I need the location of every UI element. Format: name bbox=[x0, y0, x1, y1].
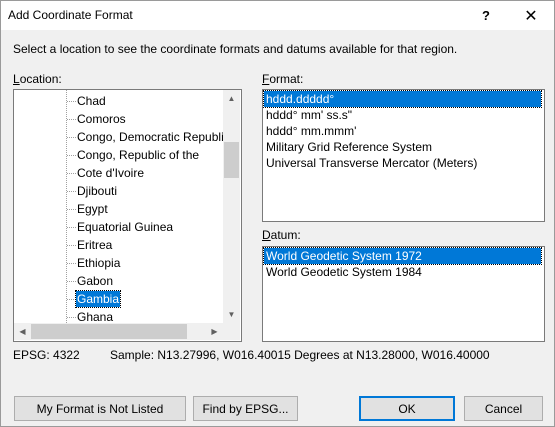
title-bar: Add Coordinate Format ? ✕ bbox=[1, 1, 554, 30]
scroll-right-icon[interactable]: ▶ bbox=[206, 323, 223, 340]
location-item[interactable]: Ghana bbox=[14, 308, 223, 323]
format-label: Format: bbox=[262, 72, 304, 86]
sample-text: Sample: N13.27996, W016.40015 Degrees at… bbox=[110, 348, 490, 362]
tree-connector bbox=[67, 317, 76, 318]
tree-connector bbox=[67, 209, 76, 210]
scroll-up-icon[interactable]: ▲ bbox=[223, 90, 240, 107]
window-title: Add Coordinate Format bbox=[8, 8, 133, 22]
tree-connector bbox=[67, 227, 76, 228]
cancel-button[interactable]: Cancel bbox=[464, 396, 543, 421]
tree-connector bbox=[67, 191, 76, 192]
location-item[interactable]: Comoros bbox=[14, 110, 223, 128]
location-item[interactable]: Chad bbox=[14, 92, 223, 110]
scroll-left-icon[interactable]: ◀ bbox=[14, 323, 31, 340]
datum-label: Datum: bbox=[262, 228, 301, 242]
location-item-label: Chad bbox=[77, 94, 106, 108]
close-button[interactable]: ✕ bbox=[508, 1, 554, 30]
location-item[interactable]: Gabon bbox=[14, 272, 223, 290]
location-item-label: Gabon bbox=[77, 274, 114, 288]
add-coordinate-format-dialog: Add Coordinate Format ? ✕ Select a locat… bbox=[0, 0, 555, 427]
tree-connector bbox=[67, 263, 76, 264]
scroll-corner bbox=[223, 323, 240, 340]
find-by-epsg-button[interactable]: Find by EPSG... bbox=[193, 396, 298, 421]
location-item-label: Comoros bbox=[77, 112, 126, 126]
location-item-label: Eritrea bbox=[77, 238, 113, 252]
vertical-scroll-thumb[interactable] bbox=[224, 142, 239, 178]
vertical-scrollbar[interactable]: ▲ ▼ bbox=[223, 90, 240, 323]
location-item[interactable]: Congo, Republic of the bbox=[14, 146, 223, 164]
location-item[interactable]: Djibouti bbox=[14, 182, 223, 200]
location-item[interactable]: Cote d'Ivoire bbox=[14, 164, 223, 182]
format-item[interactable]: hddd° mm' ss.s" bbox=[264, 107, 541, 123]
location-item-label: Congo, Democratic Republi bbox=[77, 130, 223, 144]
location-item-label: Gambia bbox=[74, 290, 122, 308]
tree-connector bbox=[67, 299, 76, 300]
datum-item[interactable]: World Geodetic System 1984 bbox=[264, 264, 541, 280]
location-item-label: Cote d'Ivoire bbox=[77, 166, 144, 180]
format-item[interactable]: hddd° mm.mmm' bbox=[264, 123, 541, 139]
tree-connector bbox=[67, 137, 76, 138]
my-format-not-listed-button[interactable]: My Format is Not Listed bbox=[14, 396, 186, 421]
tree-connector bbox=[67, 119, 76, 120]
horizontal-scrollbar[interactable]: ◀ ▶ bbox=[14, 323, 223, 340]
tree-connector bbox=[67, 281, 76, 282]
location-item-label: Ghana bbox=[77, 310, 114, 323]
location-item-label: Congo, Republic of the bbox=[77, 148, 200, 162]
location-item[interactable]: Congo, Democratic Republi bbox=[14, 128, 223, 146]
location-item[interactable]: Eritrea bbox=[14, 236, 223, 254]
format-item[interactable]: hddd.ddddd° bbox=[263, 90, 542, 108]
location-item-label: Equatorial Guinea bbox=[77, 220, 174, 234]
scroll-down-icon[interactable]: ▼ bbox=[223, 306, 240, 323]
tree-connector bbox=[67, 155, 76, 156]
format-item[interactable]: Military Grid Reference System bbox=[264, 139, 541, 155]
tree-connector bbox=[67, 101, 76, 102]
location-item-label: Djibouti bbox=[77, 184, 118, 198]
location-item[interactable]: Egypt bbox=[14, 200, 223, 218]
location-item[interactable]: Ethiopia bbox=[14, 254, 223, 272]
datum-listbox[interactable]: World Geodetic System 1972 World Geodetic… bbox=[262, 246, 545, 342]
tree-connector bbox=[67, 173, 76, 174]
location-label: Location: bbox=[13, 72, 62, 86]
epsg-code: EPSG: 4322 bbox=[13, 348, 80, 362]
format-listbox[interactable]: hddd.ddddd° hddd° mm' ss.s" hddd° mm.mmm' M… bbox=[262, 89, 545, 222]
location-item[interactable]: Equatorial Guinea bbox=[14, 218, 223, 236]
location-item[interactable]: Gambia bbox=[14, 290, 223, 308]
help-button[interactable]: ? bbox=[463, 1, 509, 30]
location-tree[interactable]: Chad Comoros Congo, Democratic Republi Cong… bbox=[13, 89, 242, 342]
ok-button[interactable]: OK bbox=[359, 396, 455, 421]
format-item[interactable]: Universal Transverse Mercator (Meters) bbox=[264, 155, 541, 171]
location-tree-rows: Chad Comoros Congo, Democratic Republi Cong… bbox=[14, 90, 223, 323]
location-item-label: Ethiopia bbox=[77, 256, 121, 270]
instructions-text: Select a location to see the coordinate … bbox=[13, 42, 458, 56]
location-item-label: Egypt bbox=[77, 202, 108, 216]
tree-connector bbox=[67, 245, 76, 246]
horizontal-scroll-thumb[interactable] bbox=[31, 324, 187, 339]
datum-item[interactable]: World Geodetic System 1972 bbox=[263, 247, 542, 265]
